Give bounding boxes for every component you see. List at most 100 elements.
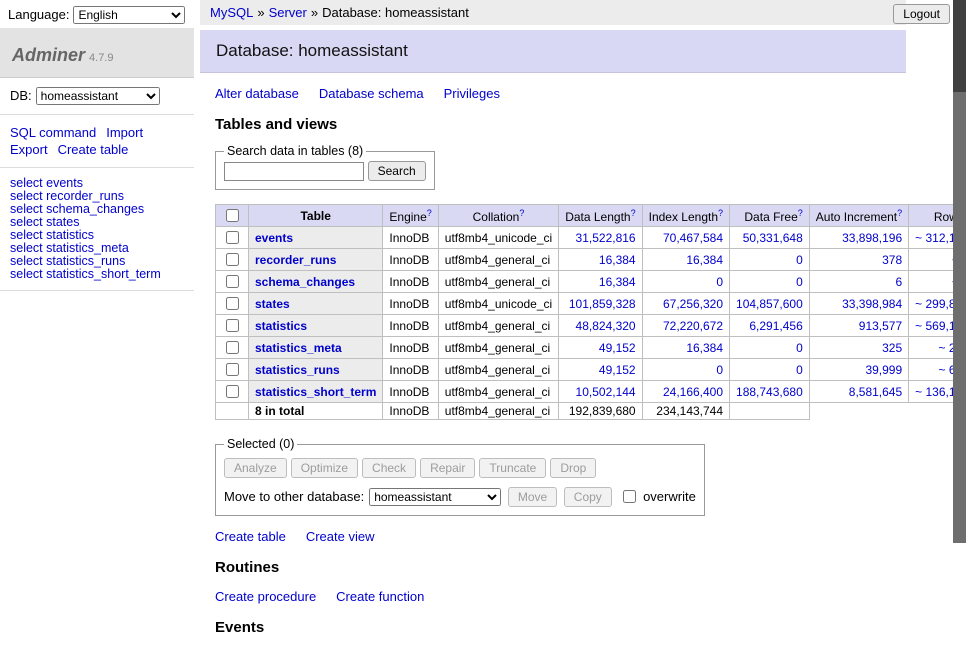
column-header-label: Data Free	[744, 210, 797, 224]
table-link-statistics-meta[interactable]: statistics_meta	[255, 341, 342, 355]
data_free-link[interactable]: 0	[796, 363, 803, 377]
data_length-link[interactable]: 16,384	[599, 275, 636, 289]
move-db-select[interactable]: homeassistant	[369, 488, 501, 506]
adminer-logo[interactable]: Adminer	[12, 45, 85, 65]
button-optimize[interactable]	[291, 458, 358, 478]
table-link-statistics-short-term[interactable]: statistics_short_term	[255, 385, 376, 399]
button-truncate[interactable]	[479, 458, 546, 478]
data_length-link[interactable]: 10,502,144	[576, 385, 636, 399]
auto_increment-cell: 39,999	[809, 359, 908, 381]
auto_increment-link[interactable]: 39,999	[865, 363, 902, 377]
row-checkbox-cell	[216, 381, 249, 403]
table-link-schema-changes[interactable]: schema_changes	[255, 275, 355, 289]
row-checkbox[interactable]	[226, 275, 239, 288]
help-link[interactable]: ?	[631, 208, 636, 218]
button-check[interactable]	[362, 458, 416, 478]
name-cell: events	[249, 227, 383, 249]
scrollbar[interactable]	[953, 0, 966, 543]
auto_increment-link[interactable]: 378	[882, 253, 902, 267]
select-all-checkbox[interactable]	[226, 209, 239, 222]
sidebar-select-statistics-short-term[interactable]: select statistics_short_term	[10, 268, 184, 281]
row-checkbox[interactable]	[226, 231, 239, 244]
data_length-link[interactable]: 49,152	[599, 341, 636, 355]
link-create-view[interactable]: Create view	[306, 529, 375, 544]
table-link-statistics-runs[interactable]: statistics_runs	[255, 363, 340, 377]
data_length-link[interactable]: 48,824,320	[576, 319, 636, 333]
copy-button[interactable]	[564, 487, 612, 507]
auto_increment-link[interactable]: 913,577	[859, 319, 902, 333]
help-link[interactable]: ?	[427, 208, 432, 218]
breadcrumb-link-mysql[interactable]: MySQL	[210, 5, 253, 20]
link-create-function[interactable]: Create function	[336, 589, 424, 604]
breadcrumb-link-server[interactable]: Server	[269, 5, 307, 20]
data_length-link[interactable]: 31,522,816	[576, 231, 636, 245]
index_length-link[interactable]: 16,384	[686, 253, 723, 267]
db-select[interactable]: homeassistant	[36, 87, 160, 105]
link-database-schema[interactable]: Database schema	[319, 86, 424, 101]
button-drop[interactable]	[550, 458, 596, 478]
data_free-link[interactable]: 0	[796, 253, 803, 267]
sidebar-link-sql-command[interactable]: SQL command	[10, 125, 96, 140]
index_length-link[interactable]: 24,166,400	[663, 385, 723, 399]
index_length-link[interactable]: 72,220,672	[663, 319, 723, 333]
auto_increment-link[interactable]: 325	[882, 341, 902, 355]
move-button[interactable]	[508, 487, 557, 507]
logout-button[interactable]	[893, 4, 950, 24]
index_length-link[interactable]: 70,467,584	[663, 231, 723, 245]
data_free-cell: 0	[730, 249, 810, 271]
data_free-link[interactable]: 188,743,680	[736, 385, 803, 399]
overwrite-label[interactable]: overwrite	[643, 489, 696, 504]
auto_increment-cell: 8,581,645	[809, 381, 908, 403]
data_length-cell: 16,384	[559, 271, 642, 293]
data_free-cell: 0	[730, 359, 810, 381]
table-link-states[interactable]: states	[255, 297, 290, 311]
auto_increment-link[interactable]: 6	[895, 275, 902, 289]
link-create-table[interactable]: Create table	[215, 529, 286, 544]
language-select[interactable]: English	[73, 6, 185, 24]
row-checkbox[interactable]	[226, 363, 239, 376]
row-checkbox[interactable]	[226, 385, 239, 398]
auto_increment-link[interactable]: 33,398,984	[842, 297, 902, 311]
auto_increment-link[interactable]: 8,581,645	[849, 385, 902, 399]
auto_increment-cell: 33,398,984	[809, 293, 908, 315]
data_free-link[interactable]: 0	[796, 341, 803, 355]
overwrite-checkbox[interactable]	[623, 490, 636, 503]
sidebar-link-import[interactable]: Import	[106, 125, 143, 140]
data_length-link[interactable]: 49,152	[599, 363, 636, 377]
sidebar-link-export[interactable]: Export	[10, 142, 48, 157]
index_length-link[interactable]: 0	[716, 275, 723, 289]
row-checkbox[interactable]	[226, 253, 239, 266]
scrollbar-thumb[interactable]	[953, 0, 966, 92]
data_free-link[interactable]: 0	[796, 275, 803, 289]
row-checkbox[interactable]	[226, 341, 239, 354]
search-input[interactable]	[224, 162, 364, 181]
button-analyze[interactable]	[224, 458, 287, 478]
index_length-link[interactable]: 0	[716, 363, 723, 377]
link-create-procedure[interactable]: Create procedure	[215, 589, 316, 604]
index_length-link[interactable]: 67,256,320	[663, 297, 723, 311]
help-link[interactable]: ?	[519, 208, 524, 218]
data_length-link[interactable]: 101,859,328	[569, 297, 636, 311]
table-link-recorder-runs[interactable]: recorder_runs	[255, 253, 336, 267]
table-link-statistics[interactable]: statistics	[255, 319, 307, 333]
auto_increment-link[interactable]: 33,898,196	[842, 231, 902, 245]
row-checkbox[interactable]	[226, 297, 239, 310]
button-repair[interactable]	[420, 458, 475, 478]
data_length-link[interactable]: 16,384	[599, 253, 636, 267]
row-checkbox[interactable]	[226, 319, 239, 332]
help-link[interactable]: ?	[897, 208, 902, 218]
sidebar-link-create-table[interactable]: Create table	[58, 142, 129, 157]
help-link[interactable]: ?	[718, 208, 723, 218]
data_free-link[interactable]: 6,291,456	[749, 319, 802, 333]
data_free-link[interactable]: 50,331,648	[743, 231, 803, 245]
data_free-link[interactable]: 104,857,600	[736, 297, 803, 311]
table-link-events[interactable]: events	[255, 231, 293, 245]
link-alter-database[interactable]: Alter database	[215, 86, 299, 101]
search-button[interactable]	[368, 161, 426, 181]
help-link[interactable]: ?	[798, 208, 803, 218]
row-checkbox-cell	[216, 337, 249, 359]
link-privileges[interactable]: Privileges	[444, 86, 500, 101]
index_length-link[interactable]: 16,384	[686, 341, 723, 355]
breadcrumb-current: Database: homeassistant	[322, 5, 469, 20]
table-row: statistics_runsInnoDButf8mb4_general_ci4…	[216, 359, 966, 381]
